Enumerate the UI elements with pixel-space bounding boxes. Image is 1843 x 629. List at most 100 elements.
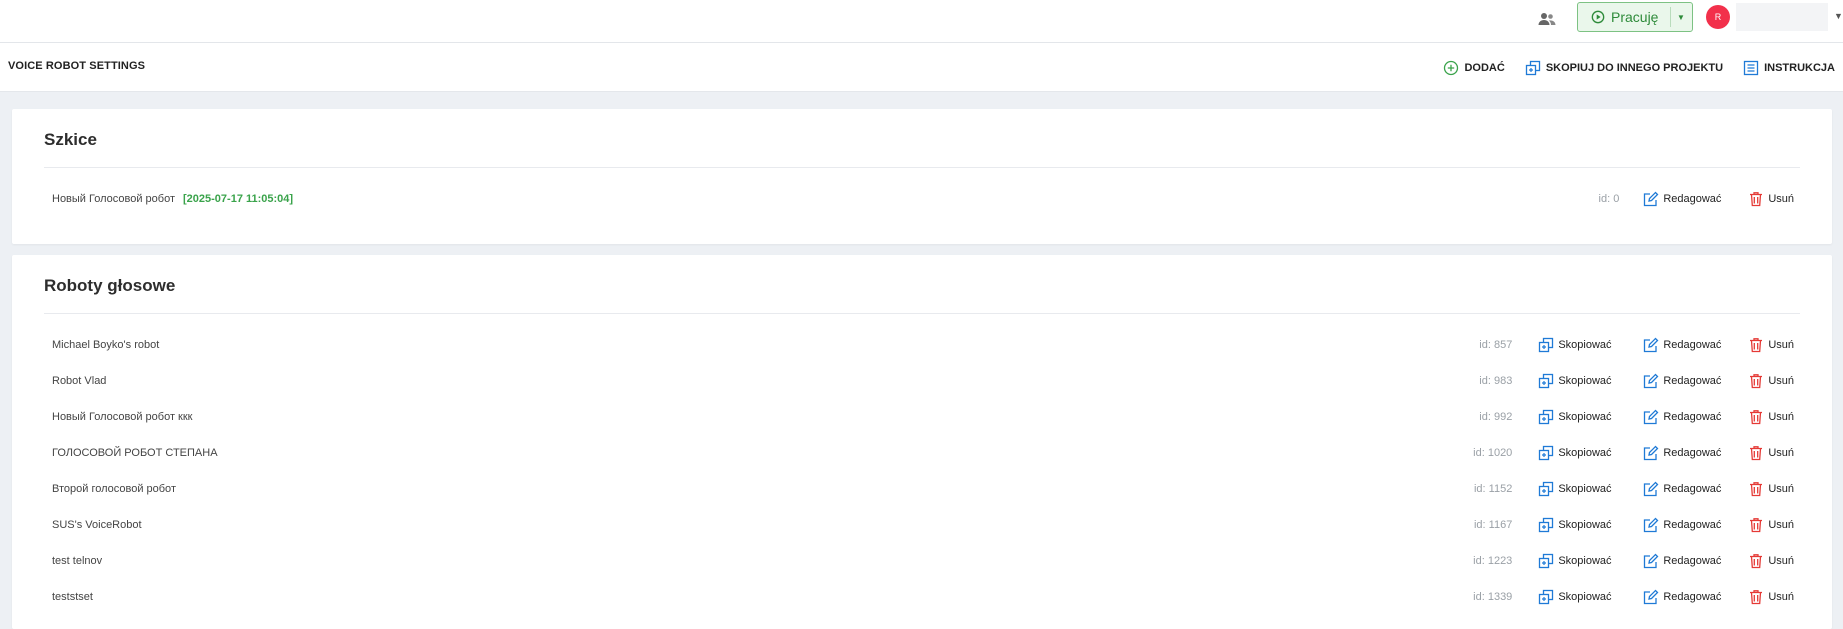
trash-icon xyxy=(1750,518,1763,533)
copy-label: Skopiować xyxy=(1558,447,1612,459)
divider xyxy=(44,167,1800,168)
copy-label: Skopiować xyxy=(1558,555,1612,567)
edit-label: Redagować xyxy=(1663,375,1722,387)
draft-date: [2025-07-17 11:05:04] xyxy=(183,193,294,205)
delete-button[interactable]: Usuń xyxy=(1748,481,1794,497)
robot-row: Новый Голосовой робот ккк id: 992 Skopio… xyxy=(52,402,1794,432)
robot-id: id: 1020 xyxy=(1473,447,1513,459)
delete-button[interactable]: Usuń xyxy=(1748,337,1794,353)
delete-label: Usuń xyxy=(1768,375,1794,387)
copy-icon xyxy=(1539,373,1554,389)
draft-name: Новый Голосовой робот xyxy=(52,193,175,205)
delete-button[interactable]: Usuń xyxy=(1748,373,1794,389)
delete-label: Usuń xyxy=(1768,339,1794,351)
edit-button[interactable]: Redagować xyxy=(1643,373,1734,389)
trash-icon xyxy=(1750,192,1763,207)
robot-row: ГОЛОСОВОЙ РОБОТ СТЕПАНА id: 1020 Skopiow… xyxy=(52,438,1794,468)
trash-icon xyxy=(1750,590,1763,605)
edit-icon xyxy=(1644,445,1659,461)
delete-label: Usuń xyxy=(1768,519,1794,531)
robot-name: test telnov xyxy=(52,555,103,567)
delete-button[interactable]: Usuń xyxy=(1748,409,1794,425)
copy-icon xyxy=(1539,517,1554,533)
robot-id: id: 857 xyxy=(1479,339,1513,351)
copy-button[interactable]: Skopiować xyxy=(1538,409,1629,425)
edit-button[interactable]: Redagować xyxy=(1643,337,1734,353)
user-menu-chevron-icon[interactable]: ▼ xyxy=(1834,11,1843,21)
plus-circle-icon xyxy=(1444,60,1459,76)
robot-name: Второй голосовой робот xyxy=(52,483,176,495)
edit-icon xyxy=(1644,517,1659,533)
copy-icon xyxy=(1539,337,1554,353)
chevron-down-icon[interactable]: ▼ xyxy=(1677,13,1685,22)
work-status-button[interactable]: Pracuję ▼ xyxy=(1577,2,1693,32)
delete-button[interactable]: Usuń xyxy=(1748,553,1794,569)
robot-row: Robot Vlad id: 983 Skopiować Redagować U… xyxy=(52,366,1794,396)
robot-row: Второй голосовой робот id: 1152 Skopiowa… xyxy=(52,474,1794,504)
trash-icon xyxy=(1750,338,1763,353)
delete-label: Usuń xyxy=(1768,555,1794,567)
team-icon[interactable] xyxy=(1537,9,1557,29)
copy-button[interactable]: Skopiować xyxy=(1538,481,1629,497)
copy-label: Skopiować xyxy=(1558,591,1612,603)
trash-icon xyxy=(1750,554,1763,569)
delete-button[interactable]: Usuń xyxy=(1748,445,1794,461)
edit-label: Redagować xyxy=(1663,447,1722,459)
copy-button[interactable]: Skopiować xyxy=(1538,337,1629,353)
page-title: VOICE ROBOT SETTINGS xyxy=(8,60,146,72)
instructions-button[interactable]: INSTRUKCJA xyxy=(1743,60,1835,76)
avatar-initial: R xyxy=(1714,12,1722,22)
play-circle-icon xyxy=(1591,10,1605,24)
page-header: VOICE ROBOT SETTINGS DODAĆ SKOPIUJ DO IN… xyxy=(0,43,1843,92)
edit-button[interactable]: Redagować xyxy=(1643,517,1734,533)
delete-button[interactable]: Usuń xyxy=(1748,191,1794,207)
edit-button[interactable]: Redagować xyxy=(1643,191,1734,207)
delete-label: Usuń xyxy=(1768,193,1794,205)
add-button[interactable]: DODAĆ xyxy=(1443,60,1505,76)
robot-id: id: 1167 xyxy=(1473,519,1513,531)
edit-icon xyxy=(1644,481,1659,497)
delete-label: Usuń xyxy=(1768,591,1794,603)
trash-icon xyxy=(1750,446,1763,461)
user-name[interactable] xyxy=(1736,3,1828,31)
copy-to-project-label: SKOPIUJ DO INNEGO PROJEKTU xyxy=(1545,62,1724,74)
copy-button[interactable]: Skopiować xyxy=(1538,445,1629,461)
robot-id: id: 992 xyxy=(1479,411,1513,423)
copy-button[interactable]: Skopiować xyxy=(1538,373,1629,389)
edit-icon xyxy=(1644,589,1659,605)
robot-name: Michael Boyko's robot xyxy=(52,339,160,351)
edit-button[interactable]: Redagować xyxy=(1643,589,1734,605)
edit-button[interactable]: Redagować xyxy=(1643,481,1734,497)
delete-button[interactable]: Usuń xyxy=(1748,517,1794,533)
copy-label: Skopiować xyxy=(1558,339,1612,351)
copy-icon xyxy=(1539,409,1554,425)
copy-button[interactable]: Skopiować xyxy=(1538,553,1629,569)
delete-button[interactable]: Usuń xyxy=(1748,589,1794,605)
copy-button[interactable]: Skopiować xyxy=(1538,517,1629,533)
robot-row: SUS's VoiceRobot id: 1167 Skopiować Reda… xyxy=(52,510,1794,540)
top-bar: Pracuję ▼ R ▼ xyxy=(0,0,1843,43)
copy-to-project-button[interactable]: SKOPIUJ DO INNEGO PROJEKTU xyxy=(1525,60,1723,76)
edit-icon xyxy=(1644,409,1659,425)
edit-button[interactable]: Redagować xyxy=(1643,553,1734,569)
robot-name: teststset xyxy=(52,591,93,603)
edit-icon xyxy=(1644,337,1659,353)
robot-id: id: 1339 xyxy=(1473,591,1513,603)
instructions-label: INSTRUKCJA xyxy=(1764,62,1835,74)
robot-row: Michael Boyko's robot id: 857 Skopiować … xyxy=(52,330,1794,360)
avatar[interactable]: R xyxy=(1706,5,1730,29)
edit-label: Redagować xyxy=(1663,483,1722,495)
copy-icon xyxy=(1539,481,1554,497)
draft-id: id: 0 xyxy=(1598,193,1620,205)
edit-icon xyxy=(1644,191,1659,207)
edit-button[interactable]: Redagować xyxy=(1643,445,1734,461)
edit-label: Redagować xyxy=(1663,591,1722,603)
trash-icon xyxy=(1750,482,1763,497)
copy-button[interactable]: Skopiować xyxy=(1538,589,1629,605)
header-actions: DODAĆ SKOPIUJ DO INNEGO PROJEKTU INSTRUK… xyxy=(1423,60,1835,76)
copy-icon xyxy=(1539,553,1554,569)
delete-label: Usuń xyxy=(1768,483,1794,495)
edit-button[interactable]: Redagować xyxy=(1643,409,1734,425)
robot-id: id: 1223 xyxy=(1473,555,1513,567)
draft-row: Новый Голосовой робот [2025-07-17 11:05:… xyxy=(52,184,1794,214)
